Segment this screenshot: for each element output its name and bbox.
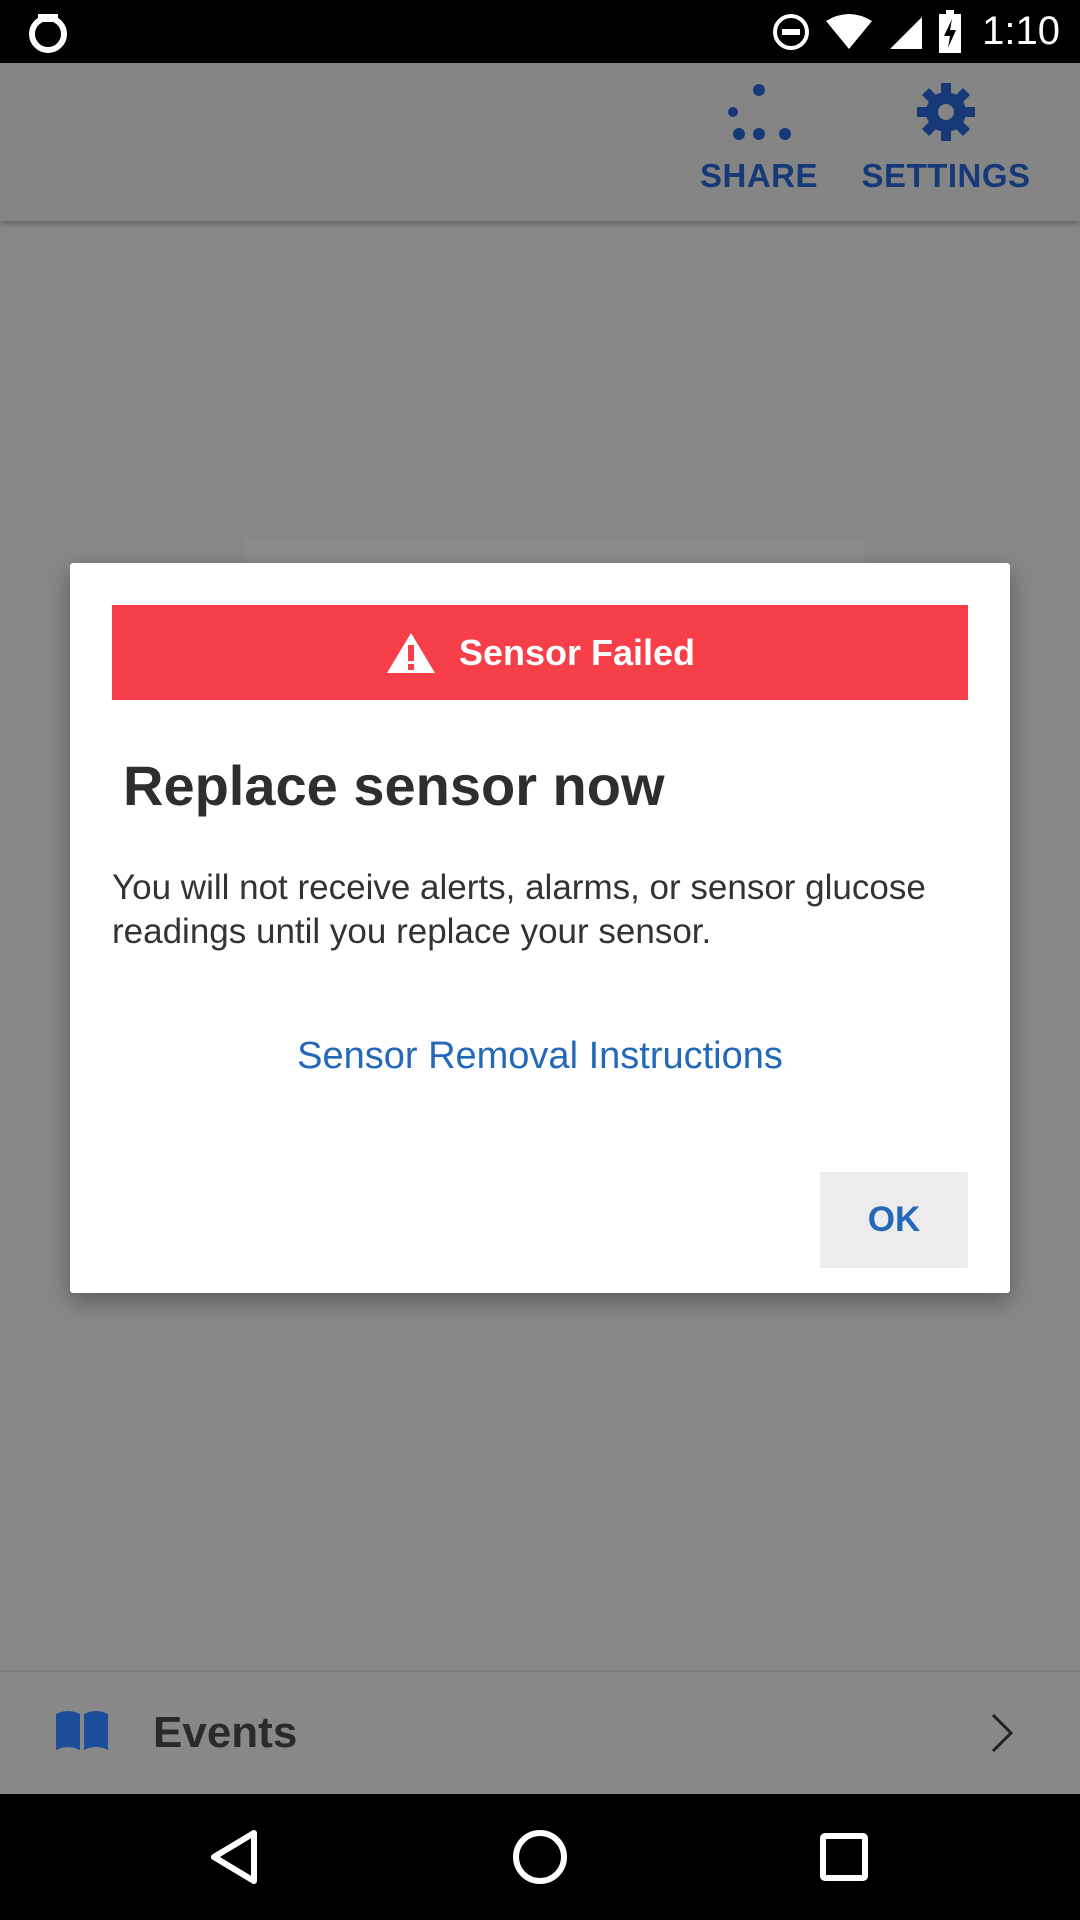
settings-button[interactable]: SETTINGS: [860, 63, 1032, 221]
book-icon: [56, 1711, 108, 1750]
share-icon: [728, 84, 791, 140]
ok-button[interactable]: OK: [820, 1172, 968, 1268]
banner-title: Sensor Failed: [458, 631, 696, 673]
sensor-failed-dialog: Sensor Failed Replace sensor now You wil…: [70, 563, 1010, 1293]
sensor-removal-instructions-link[interactable]: Sensor Removal Instructions: [0, 1035, 1080, 1078]
app-bar: SHARE SETTINGS: [0, 63, 1080, 221]
dialog-body: You will not receive alerts, alarms, or …: [112, 868, 926, 951]
gear-icon: [917, 83, 975, 141]
cell-signal-icon: [890, 16, 923, 49]
events-row[interactable]: Events: [0, 1672, 1080, 1794]
do-not-disturb-icon: [773, 13, 810, 50]
settings-label: SETTINGS: [861, 157, 1031, 194]
chevron-right-icon: [991, 1713, 1014, 1753]
battery-charging-icon: [939, 9, 962, 53]
navigation-bar: [0, 1794, 1080, 1920]
recent-apps-icon[interactable]: [814, 1827, 874, 1887]
share-button[interactable]: SHARE: [700, 63, 818, 221]
back-icon[interactable]: [206, 1827, 266, 1887]
events-label: Events: [153, 1708, 298, 1757]
dialog-heading: Replace sensor now: [123, 754, 665, 817]
warning-icon: [386, 632, 435, 673]
status-time: 1:10: [982, 9, 1060, 53]
share-label: SHARE: [699, 157, 819, 194]
notification-ring-icon: [29, 14, 67, 53]
status-bar: 1:10: [0, 0, 1080, 63]
alert-banner: Sensor Failed: [112, 605, 968, 700]
wifi-icon: [826, 13, 873, 49]
home-icon[interactable]: [510, 1827, 570, 1887]
status-icons: 1:10: [772, 0, 1080, 63]
